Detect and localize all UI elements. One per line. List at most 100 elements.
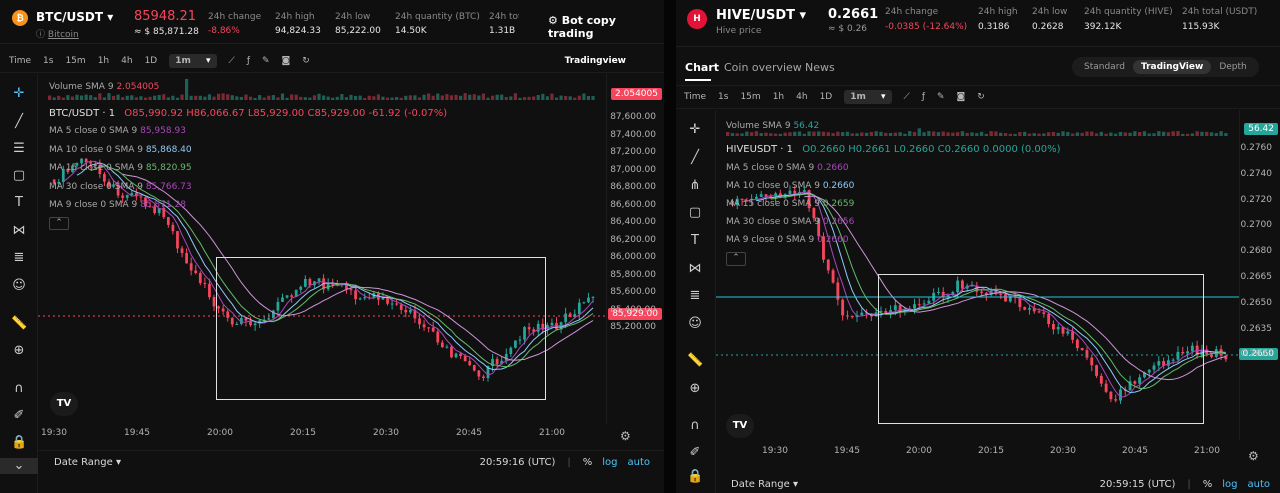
- view-tradingview[interactable]: TradingView: [1132, 60, 1212, 74]
- tf-1s[interactable]: 1s: [718, 92, 728, 102]
- emoji-icon[interactable]: ☺: [687, 316, 703, 332]
- volume-bar: [927, 131, 931, 136]
- log-toggle[interactable]: log: [602, 457, 617, 468]
- fork-icon[interactable]: ⋔: [687, 178, 703, 194]
- date-range-button[interactable]: Date Range ▾: [54, 457, 121, 468]
- indicator-icon[interactable]: ⟋: [229, 56, 235, 66]
- refresh-icon[interactable]: ↻: [302, 56, 310, 66]
- indicator-icon[interactable]: ⟋: [904, 92, 910, 102]
- tradingview-toggle[interactable]: Tradingview: [565, 56, 626, 66]
- tab-news[interactable]: News: [805, 61, 835, 74]
- tf-1d[interactable]: 1D: [145, 56, 158, 66]
- collapse-legend-button[interactable]: ⌃: [49, 217, 69, 230]
- pencil-icon[interactable]: ✎: [937, 92, 945, 102]
- volume-bar: [367, 95, 371, 100]
- refresh-icon[interactable]: ↻: [977, 92, 985, 102]
- price-axis[interactable]: 2.054005 85,929.00 87,600.00 87,400.00 87,…: [606, 74, 664, 424]
- zoom-in-icon[interactable]: ⊕: [687, 381, 703, 397]
- crosshair-icon[interactable]: ✛: [687, 122, 703, 138]
- stat-label: 24h change: [208, 12, 262, 22]
- view-standard[interactable]: Standard: [1076, 60, 1133, 74]
- time-tick-label: 20:45: [456, 428, 482, 438]
- trendline-icon[interactable]: ╱: [687, 150, 703, 166]
- volume-bar: [970, 132, 974, 136]
- coin-name: Bitcoin: [47, 30, 79, 40]
- crosshair-icon[interactable]: ✛: [11, 86, 27, 102]
- zoom-in-icon[interactable]: ⊕: [11, 343, 27, 359]
- collapse-legend-button[interactable]: ⌃: [726, 252, 746, 266]
- pencil-icon[interactable]: ✎: [262, 56, 270, 66]
- coin-name-link[interactable]: ⓘ Bitcoin: [36, 27, 79, 40]
- volume-bar: [1161, 131, 1166, 136]
- view-depth[interactable]: Depth: [1211, 60, 1254, 74]
- panel-divider[interactable]: [664, 0, 676, 493]
- auto-toggle[interactable]: auto: [1247, 479, 1270, 490]
- volume-bar: [459, 95, 463, 100]
- btc-candle-chart[interactable]: Volume SMA 9 2.054005 BTC/USDT · 1 O85,9…: [38, 74, 664, 424]
- volume-bar: [102, 97, 106, 100]
- tab-coin-overview[interactable]: Coin overview: [724, 61, 802, 74]
- tf-15m[interactable]: 15m: [740, 92, 760, 102]
- hive-candle-chart[interactable]: Volume SMA 9 56.42 HIVEUSDT · 1 O0.2660 …: [716, 110, 1280, 440]
- tf-4h[interactable]: 4h: [121, 56, 132, 66]
- fib-icon[interactable]: ≣: [11, 250, 27, 266]
- pair-selector[interactable]: BTC/USDT ▾: [36, 10, 113, 24]
- brush-icon[interactable]: ✐: [687, 445, 703, 461]
- function-icon[interactable]: ƒ: [922, 92, 925, 102]
- pattern-icon[interactable]: ⋈: [11, 223, 27, 239]
- tf-1d[interactable]: 1D: [820, 92, 833, 102]
- volume-bar: [1185, 133, 1190, 136]
- tab-chart[interactable]: Chart: [685, 61, 719, 74]
- volume-bar: [1195, 131, 1199, 136]
- brush-icon[interactable]: ✐: [11, 408, 27, 424]
- volume-bar: [1166, 132, 1171, 136]
- ruler-icon[interactable]: 📏: [11, 316, 27, 332]
- volume-bar: [203, 96, 207, 100]
- rectangle-icon[interactable]: ▢: [11, 168, 27, 184]
- time-axis[interactable]: 19:30 19:45 20:00 20:15 20:30 20:45 21:00: [716, 442, 1239, 462]
- percent-toggle[interactable]: %: [583, 457, 593, 468]
- tf-1m-active[interactable]: 1m ▾: [844, 90, 892, 104]
- lock-icon[interactable]: 🔒: [11, 435, 27, 451]
- log-toggle[interactable]: log: [1222, 479, 1237, 490]
- tf-1h[interactable]: 1h: [773, 92, 784, 102]
- tf-4h[interactable]: 4h: [796, 92, 807, 102]
- volume-bar: [477, 95, 481, 100]
- rectangle-icon[interactable]: ▢: [687, 205, 703, 221]
- emoji-icon[interactable]: ☺: [11, 278, 27, 294]
- lock-icon[interactable]: 🔒: [687, 469, 703, 485]
- selection-rectangle[interactable]: [216, 257, 546, 400]
- stat-24h-quantity: 24h quantity (BTC) 14.50K: [395, 12, 480, 36]
- settings-icon[interactable]: ⚙: [1248, 449, 1259, 463]
- tf-1m-active[interactable]: 1m ▾: [169, 53, 217, 68]
- date-range-button[interactable]: Date Range ▾: [731, 479, 798, 490]
- chevron-down-icon: ▾: [107, 10, 114, 24]
- collapse-chevron-icon[interactable]: ⌄: [0, 458, 38, 474]
- auto-toggle[interactable]: auto: [627, 457, 650, 468]
- selection-rectangle[interactable]: [878, 274, 1204, 424]
- price-axis[interactable]: 56.42 0.2660 0.2760 0.2740 0.2720 0.2700 0.2…: [1238, 110, 1280, 440]
- time-axis[interactable]: 19:30 19:45 20:00 20:15 20:30 20:45 21:00: [38, 424, 606, 444]
- magnet-icon[interactable]: ∩: [11, 381, 27, 397]
- camera-icon[interactable]: ◙: [282, 56, 291, 66]
- settings-icon[interactable]: ⚙: [620, 429, 631, 443]
- trendline-icon[interactable]: ╱: [11, 114, 27, 130]
- price-tick-label: 87,000.00: [610, 164, 656, 175]
- text-icon[interactable]: T: [11, 195, 27, 211]
- text-icon[interactable]: T: [687, 233, 703, 249]
- candle-body: [194, 270, 198, 273]
- tf-1s[interactable]: 1s: [43, 56, 53, 66]
- fib-icon[interactable]: ≣: [687, 288, 703, 304]
- volume-bar: [395, 97, 399, 100]
- tf-1h[interactable]: 1h: [98, 56, 109, 66]
- tf-15m[interactable]: 15m: [65, 56, 85, 66]
- camera-icon[interactable]: ◙: [957, 92, 966, 102]
- magnet-icon[interactable]: ∩: [687, 418, 703, 434]
- pattern-icon[interactable]: ⋈: [687, 261, 703, 277]
- function-icon[interactable]: ƒ: [247, 56, 250, 66]
- ruler-icon[interactable]: 📏: [687, 353, 703, 369]
- percent-toggle[interactable]: %: [1203, 479, 1213, 490]
- bot-copy-trading-button[interactable]: ⚙ Bot copy trading: [548, 14, 664, 40]
- pair-selector[interactable]: HIVE/USDT ▾: [716, 8, 806, 23]
- horizontal-lines-icon[interactable]: ☰: [11, 141, 27, 157]
